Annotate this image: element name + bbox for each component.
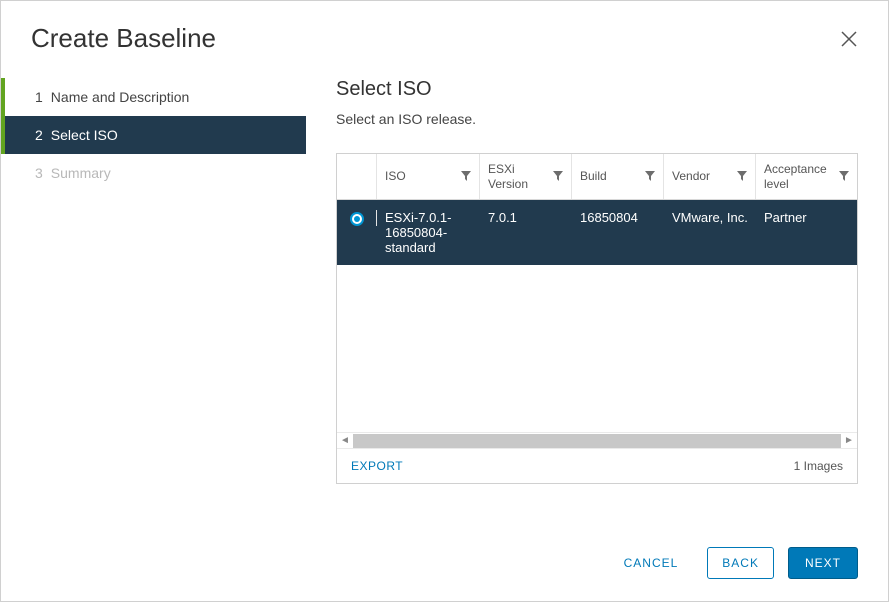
column-header-iso[interactable]: ISO (377, 154, 480, 199)
row-radio[interactable] (350, 212, 364, 226)
cell-iso: ESXi-7.0.1-16850804-standard (377, 210, 480, 255)
step-select-iso[interactable]: 2 Select ISO (1, 116, 306, 154)
panel-title: Select ISO (336, 78, 858, 101)
filter-icon[interactable] (553, 170, 563, 184)
images-count: 1 Images (794, 459, 843, 473)
create-baseline-dialog: Create Baseline 1 Name and Description 2… (0, 0, 889, 602)
cell-version: 7.0.1 (480, 210, 572, 225)
back-button[interactable]: BACK (707, 547, 774, 579)
export-link[interactable]: EXPORT (351, 459, 403, 473)
dialog-title: Create Baseline (31, 23, 216, 54)
filter-icon[interactable] (645, 170, 655, 184)
step-label: Name and Description (51, 89, 190, 105)
cell-build: 16850804 (572, 210, 664, 225)
step-number: 1 (35, 89, 43, 105)
filter-icon[interactable] (461, 170, 471, 184)
step-name-and-description[interactable]: 1 Name and Description (1, 78, 306, 116)
scroll-track[interactable] (353, 434, 841, 448)
step-number: 3 (35, 165, 43, 181)
column-header-build[interactable]: Build (572, 154, 664, 199)
table-header-row: ISO ESXi Version Build Vendor (337, 154, 857, 200)
table-row[interactable]: ESXi-7.0.1-16850804-standard 7.0.1 16850… (337, 200, 857, 265)
iso-table: ISO ESXi Version Build Vendor (336, 153, 858, 484)
dialog-header: Create Baseline (1, 1, 888, 72)
scroll-right-icon[interactable]: ► (841, 433, 857, 449)
panel-subtitle: Select an ISO release. (336, 111, 858, 127)
dialog-footer: CANCEL BACK NEXT (1, 529, 888, 601)
horizontal-scrollbar[interactable]: ◄ ► (337, 432, 857, 448)
close-icon[interactable] (840, 30, 858, 48)
dialog-body: 1 Name and Description 2 Select ISO 3 Su… (1, 72, 888, 529)
column-select (337, 154, 377, 199)
column-header-version[interactable]: ESXi Version (480, 154, 572, 199)
column-header-acceptance[interactable]: Acceptance level (756, 154, 857, 199)
column-header-vendor[interactable]: Vendor (664, 154, 756, 199)
cell-vendor: VMware, Inc. (664, 210, 756, 225)
filter-icon[interactable] (737, 170, 747, 184)
step-number: 2 (35, 127, 43, 143)
wizard-steps: 1 Name and Description 2 Select ISO 3 Su… (1, 72, 306, 529)
cell-acceptance: Partner (756, 210, 857, 225)
scroll-left-icon[interactable]: ◄ (337, 433, 353, 449)
filter-icon[interactable] (839, 170, 849, 184)
step-summary: 3 Summary (1, 154, 306, 192)
step-label: Summary (51, 165, 111, 181)
cancel-button[interactable]: CANCEL (609, 547, 694, 579)
step-label: Select ISO (51, 127, 118, 143)
next-button[interactable]: NEXT (788, 547, 858, 579)
table-body: ESXi-7.0.1-16850804-standard 7.0.1 16850… (337, 200, 857, 432)
table-footer: EXPORT 1 Images (337, 448, 857, 483)
content-panel: Select ISO Select an ISO release. ISO ES… (306, 72, 888, 529)
